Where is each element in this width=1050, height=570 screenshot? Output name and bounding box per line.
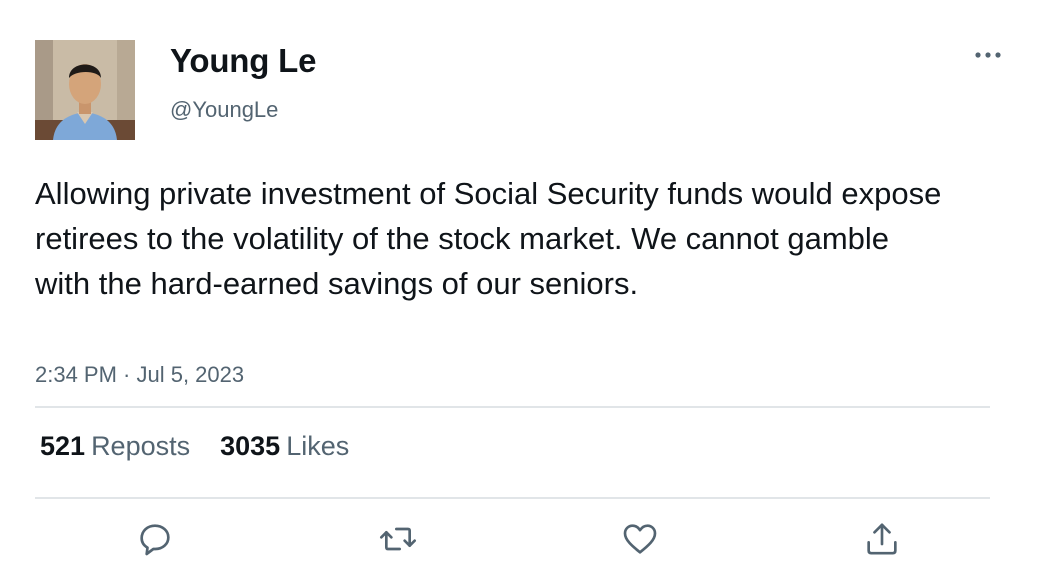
share-icon [867,523,897,555]
reposts-count: 521 [40,431,86,461]
likes-label: Likes [286,431,350,461]
reposts-stat[interactable]: 521 Reposts [40,431,190,462]
avatar[interactable] [35,40,135,140]
more-icon [975,52,1001,58]
user-handle[interactable]: @YoungLe [170,97,278,123]
divider-bottom [35,497,990,499]
profile-photo [35,40,135,140]
share-button[interactable] [860,517,904,561]
reply-button[interactable] [133,517,177,561]
tweet-timestamp[interactable]: 2:34 PM · Jul 5, 2023 [35,362,244,388]
tweet-text: Allowing private investment of Social Se… [35,176,942,301]
likes-stat[interactable]: 3035 Likes [220,431,349,462]
like-button[interactable] [618,517,662,561]
likes-count: 3035 [220,431,281,461]
display-name[interactable]: Young Le [170,42,316,80]
repost-button[interactable] [376,517,420,561]
heart-icon [623,524,657,554]
tweet-stats: 521 Reposts 3035 Likes [40,431,349,462]
repost-icon [380,527,416,551]
reply-icon [140,524,170,556]
reposts-label: Reposts [91,431,191,461]
divider-top [35,406,990,408]
more-options-button[interactable] [968,40,1008,70]
